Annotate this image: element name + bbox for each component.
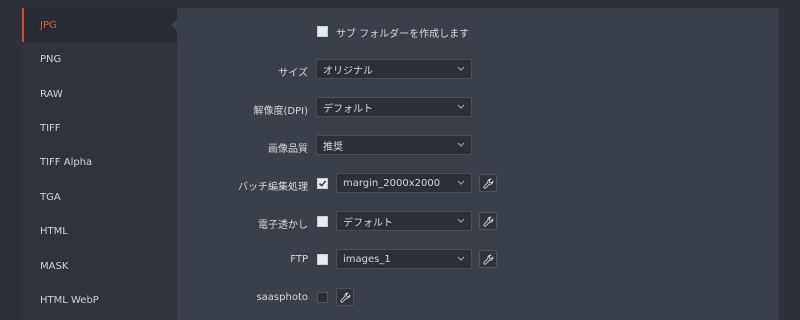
wrench-icon (482, 178, 493, 189)
ftp-select[interactable]: images_1 (336, 249, 472, 269)
ftp-label: FTP (290, 254, 308, 265)
chevron-down-icon (457, 104, 465, 109)
sidebar-item-label: TIFF (40, 122, 61, 134)
size-select[interactable]: オリジナル (316, 59, 472, 79)
sidebar-item-label: TGA (40, 191, 61, 203)
dpi-select[interactable]: デフォルト (316, 97, 472, 117)
ftp-select-value: images_1 (343, 253, 391, 265)
dpi-label: 解像度(DPI) (253, 106, 308, 117)
sidebar-item-label: TIFF Alpha (40, 156, 93, 168)
watermark-label: 電子透かし (258, 220, 308, 231)
quality-select[interactable]: 推奨 (316, 135, 472, 155)
sidebar-item-label: RAW (40, 88, 63, 100)
size-select-value: オリジナル (323, 65, 373, 77)
format-sidebar: JPG PNG RAW TIFF TIFF Alpha TGA HTML MAS… (22, 8, 178, 320)
batch-label: バッチ編集処理 (238, 182, 308, 193)
sidebar-item-jpg[interactable]: JPG (22, 8, 178, 42)
chevron-down-icon (457, 66, 465, 71)
chevron-down-icon (457, 256, 465, 261)
batch-select-value: margin_2000x2000 (343, 177, 441, 189)
subfolder-checkbox[interactable] (317, 26, 328, 37)
batch-select[interactable]: margin_2000x2000 (336, 173, 472, 193)
wrench-icon (482, 216, 493, 227)
saasphoto-checkbox[interactable] (317, 292, 328, 303)
batch-checkbox[interactable] (317, 178, 328, 189)
settings-panel: JPG PNG RAW TIFF TIFF Alpha TGA HTML MAS… (22, 8, 779, 320)
quality-label: 画像品質 (268, 144, 308, 155)
chevron-down-icon (457, 218, 465, 223)
watermark-checkbox[interactable] (317, 216, 328, 227)
sidebar-item-label: JPG (40, 19, 57, 31)
saasphoto-label: saasphoto (256, 292, 308, 303)
chevron-down-icon (457, 180, 465, 185)
app-window: JPG PNG RAW TIFF TIFF Alpha TGA HTML MAS… (0, 0, 800, 320)
watermark-select-value: デフォルト (343, 217, 393, 229)
chevron-down-icon (457, 142, 465, 147)
dpi-select-value: デフォルト (323, 103, 373, 115)
checkmark-icon (318, 180, 327, 187)
watermark-settings-button[interactable] (479, 212, 497, 230)
sidebar-item-label: PNG (40, 53, 62, 65)
saasphoto-settings-button[interactable] (336, 288, 354, 306)
size-label: サイズ (278, 68, 308, 79)
quality-select-value: 推奨 (323, 141, 343, 153)
watermark-select[interactable]: デフォルト (336, 211, 472, 231)
wrench-icon (482, 254, 493, 265)
batch-settings-button[interactable] (479, 174, 497, 192)
ftp-settings-button[interactable] (479, 250, 497, 268)
subfolder-label: サブ フォルダーを作成します (336, 29, 470, 40)
wrench-icon (339, 292, 350, 303)
ftp-checkbox[interactable] (317, 254, 328, 265)
